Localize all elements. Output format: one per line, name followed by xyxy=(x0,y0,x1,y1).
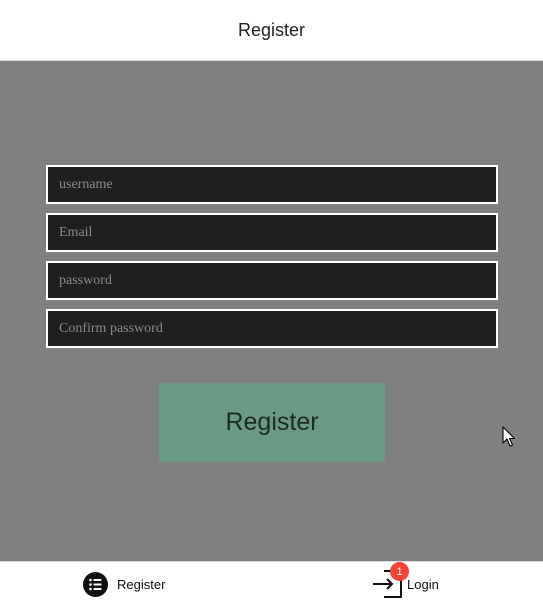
top-app-bar: Register xyxy=(0,0,543,61)
mouse-cursor-icon xyxy=(502,426,516,447)
email-input[interactable] xyxy=(46,213,498,252)
list-icon xyxy=(83,571,108,597)
register-form-area: Register xyxy=(0,61,543,561)
nav-item-login[interactable]: 1 Login xyxy=(372,562,439,606)
nav-item-label: Login xyxy=(407,576,439,592)
bottom-navigation: Register 1 Login xyxy=(0,561,543,606)
password-input[interactable] xyxy=(46,261,498,300)
page-title: Register xyxy=(237,19,306,40)
register-screen: Register Register Register xyxy=(0,0,543,606)
login-icon-wrapper: 1 xyxy=(372,562,409,600)
nav-item-register[interactable]: Register xyxy=(83,562,165,606)
nav-item-label: Register xyxy=(117,576,166,592)
username-input[interactable] xyxy=(46,165,498,204)
notification-badge: 1 xyxy=(390,562,409,581)
confirm-password-input[interactable] xyxy=(46,309,498,348)
register-submit-button[interactable]: Register xyxy=(159,383,385,462)
